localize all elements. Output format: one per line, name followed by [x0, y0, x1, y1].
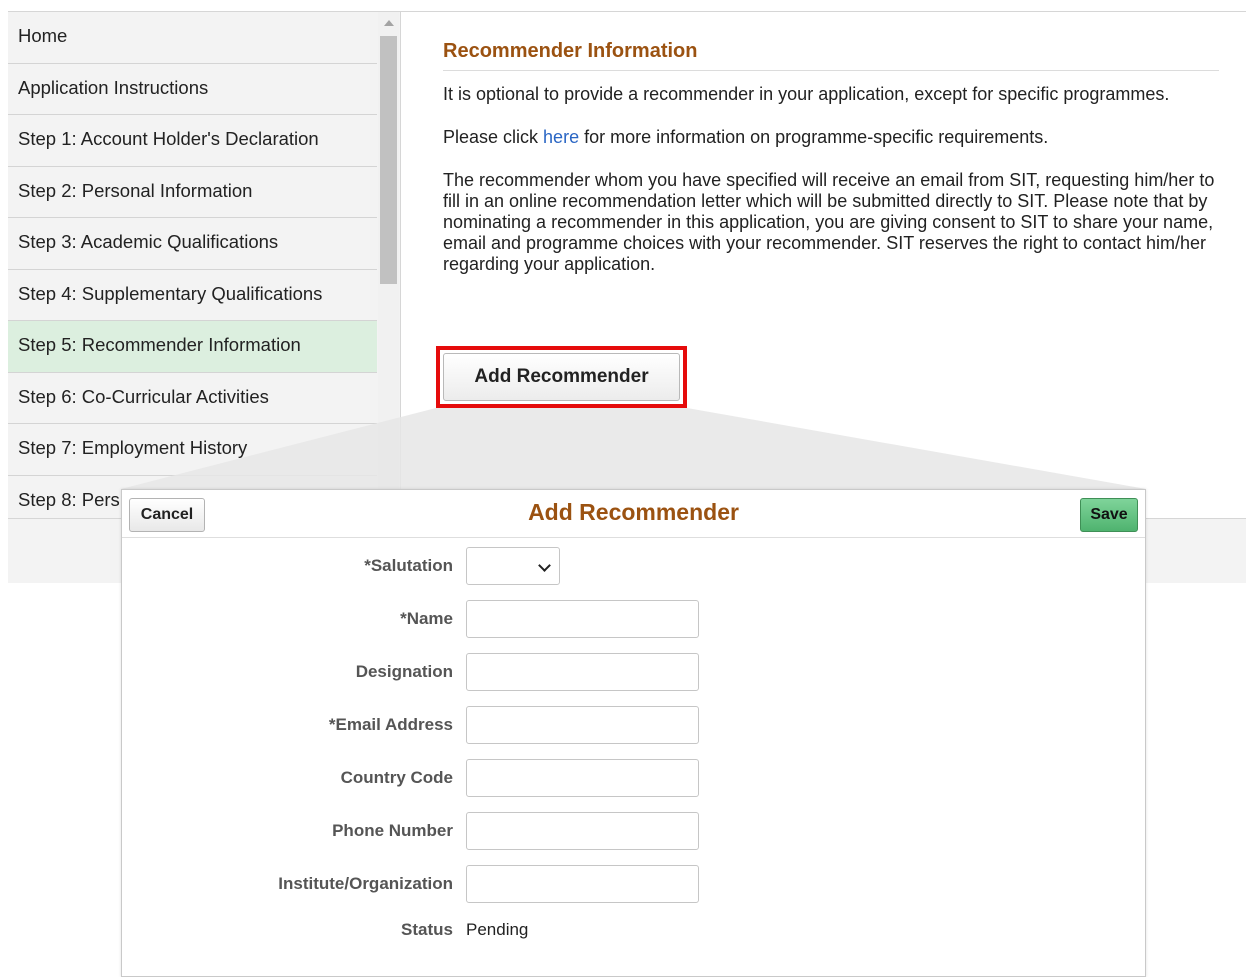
sidebar-item-step-2[interactable]: Step 2: Personal Information	[8, 167, 377, 218]
add-recommender-modal: Cancel Add Recommender Save *Salutation …	[121, 489, 1146, 977]
intro-text: It is optional to provide a recommender …	[443, 84, 1170, 104]
name-label: *Name	[400, 609, 453, 628]
sidebar-item-home[interactable]: Home	[8, 12, 377, 64]
country-code-field[interactable]	[466, 759, 699, 797]
sidebar-item-step-1[interactable]: Step 1: Account Holder's Declaration	[8, 115, 377, 167]
info-text: Please click here for more information o…	[443, 127, 1219, 148]
consent-text: The recommender whom you have specified …	[443, 170, 1215, 274]
salutation-label: *Salutation	[364, 556, 453, 575]
save-button[interactable]: Save	[1080, 498, 1138, 532]
section-title: Recommender Information	[443, 40, 1219, 71]
name-field[interactable]	[466, 600, 699, 638]
designation-label: Designation	[355, 662, 453, 681]
sidebar-scrollbar[interactable]	[378, 12, 399, 518]
phone-row: Phone Number	[122, 812, 722, 850]
institute-row: Institute/Organization	[122, 865, 722, 903]
institute-field[interactable]	[466, 865, 699, 903]
info-text-prefix: Please click	[443, 127, 544, 147]
email-row: *Email Address	[122, 706, 722, 744]
modal-title: Add Recommender	[528, 499, 739, 525]
info-text-suffix: for more information on programme-specif…	[579, 127, 1049, 147]
email-field[interactable]	[466, 706, 699, 744]
status-value: Pending	[466, 920, 529, 939]
sidebar-item-step-5[interactable]: Step 5: Recommender Information	[8, 321, 377, 373]
nav-list: Home Application Instructions Step 1: Ac…	[8, 12, 377, 518]
status-row: Status Pending	[122, 911, 722, 949]
chevron-down-icon	[538, 559, 551, 572]
sidebar-item-step-7[interactable]: Step 7: Employment History	[8, 424, 377, 476]
modal-header: Cancel Add Recommender Save	[122, 490, 1145, 538]
institute-label: Institute/Organization	[278, 874, 453, 893]
sidebar-nav: Home Application Instructions Step 1: Ac…	[8, 12, 401, 518]
designation-row: Designation	[122, 653, 722, 691]
scroll-thumb[interactable]	[380, 36, 397, 284]
scroll-up-arrow-icon[interactable]	[384, 20, 394, 26]
status-label: Status	[401, 920, 453, 939]
designation-field[interactable]	[466, 653, 699, 691]
salutation-row: *Salutation	[122, 547, 722, 585]
country-code-label: Country Code	[340, 768, 453, 787]
add-recommender-button[interactable]: Add Recommender	[443, 353, 680, 401]
salutation-select[interactable]	[466, 547, 560, 585]
sidebar-item-step-3[interactable]: Step 3: Academic Qualifications	[8, 218, 377, 270]
country-code-row: Country Code	[122, 759, 722, 797]
phone-field[interactable]	[466, 812, 699, 850]
sidebar-item-step-6[interactable]: Step 6: Co-Curricular Activities	[8, 373, 377, 424]
here-link[interactable]: here	[543, 127, 579, 147]
phone-label: Phone Number	[332, 821, 453, 840]
name-row: *Name	[122, 600, 722, 638]
main-content: Recommender Information It is optional t…	[443, 40, 1219, 297]
email-label: *Email Address	[328, 715, 453, 734]
sidebar-item-step-4[interactable]: Step 4: Supplementary Qualifications	[8, 270, 377, 321]
sidebar-item-application-instructions[interactable]: Application Instructions	[8, 64, 377, 115]
